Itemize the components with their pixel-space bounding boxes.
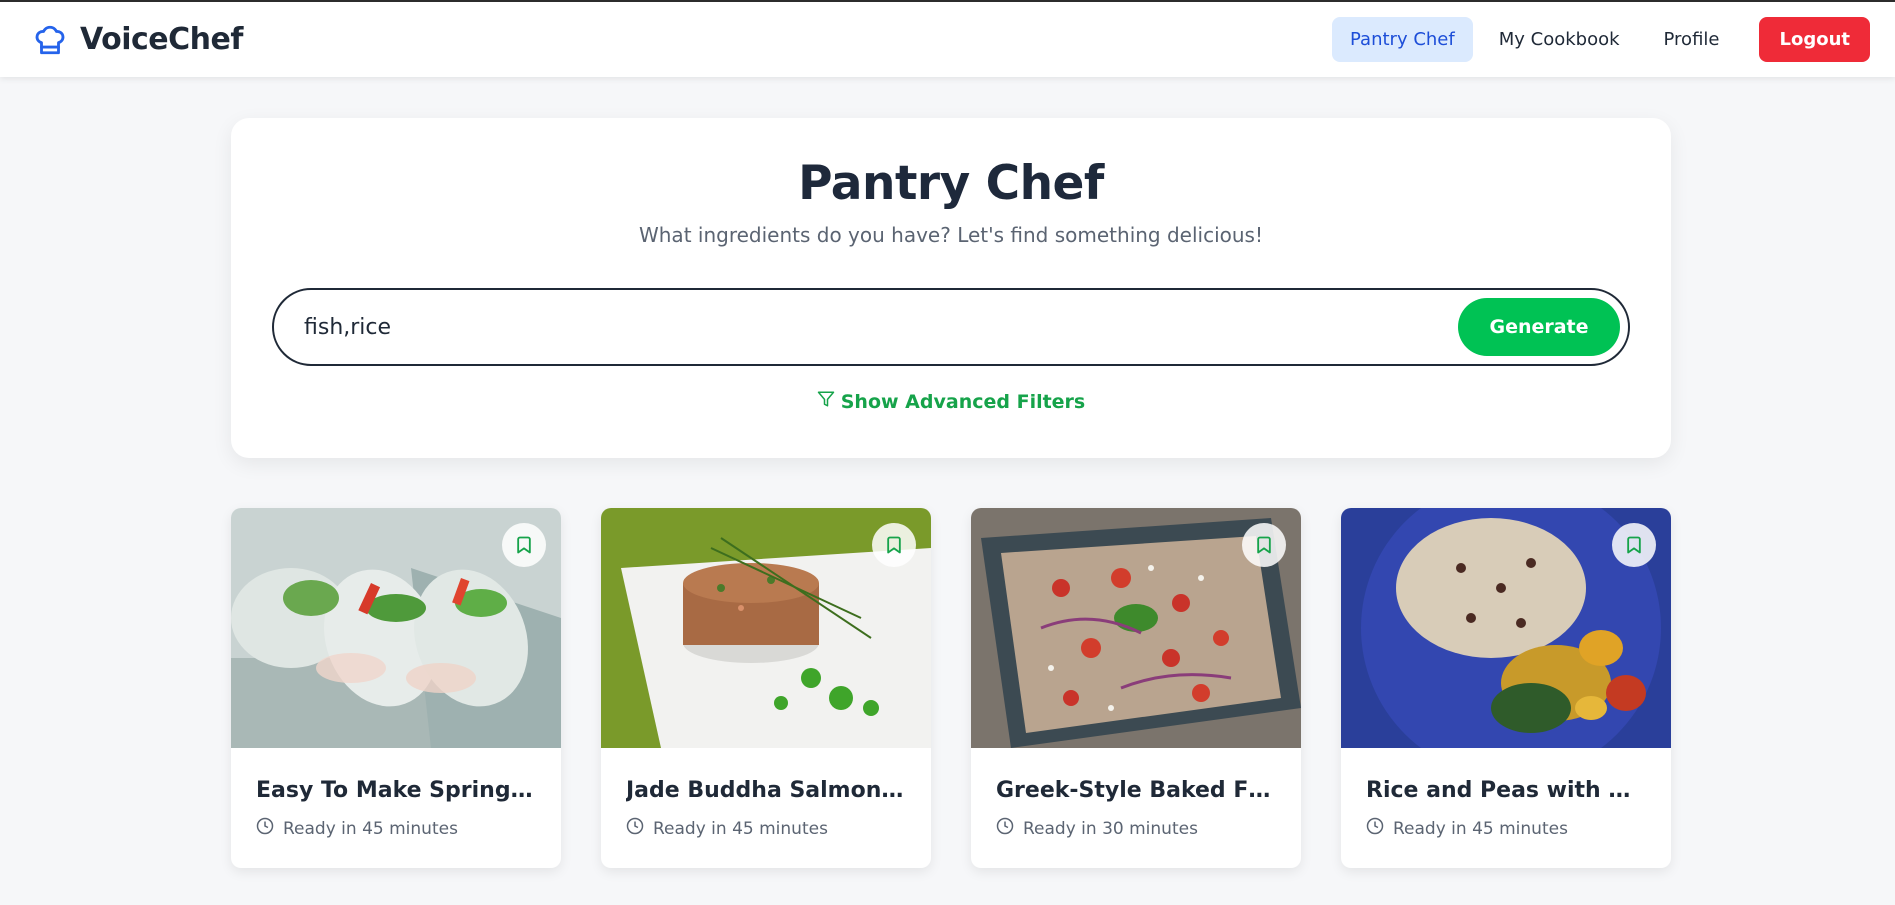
recipe-time: Ready in 45 minutes — [1393, 818, 1568, 839]
ingredient-search-bar: Generate — [272, 288, 1630, 366]
recipe-title[interactable]: Greek-Style Baked Fish: Fresh, Simple, a… — [996, 778, 1276, 803]
recipe-image-rice-peas[interactable] — [1341, 508, 1671, 748]
logout-button[interactable]: Logout — [1759, 17, 1870, 62]
recipe-results: Easy To Make Spring Rolls Ready in 45 mi… — [231, 508, 1671, 868]
generate-button[interactable]: Generate — [1458, 298, 1620, 356]
bookmark-icon[interactable] — [1242, 523, 1286, 567]
recipe-time: Ready in 45 minutes — [283, 818, 458, 839]
page-title: Pantry Chef — [798, 156, 1104, 211]
filter-icon — [817, 390, 835, 413]
page-subtitle: What ingredients do you have? Let's find… — [638, 223, 1263, 247]
clock-icon — [1366, 817, 1384, 840]
recipe-card[interactable]: Greek-Style Baked Fish: Fresh, Simple, a… — [971, 508, 1301, 868]
chef-hat-icon — [32, 22, 68, 58]
nav-item-pantry-chef[interactable]: Pantry Chef — [1332, 17, 1473, 62]
recipe-time: Ready in 30 minutes — [1023, 818, 1198, 839]
nav-item-my-cookbook[interactable]: My Cookbook — [1481, 17, 1638, 62]
bookmark-icon[interactable] — [872, 523, 916, 567]
show-advanced-filters-toggle[interactable]: Show Advanced Filters — [231, 390, 1671, 413]
clock-icon — [256, 817, 274, 840]
recipe-meta: Ready in 45 minutes — [626, 817, 906, 840]
recipe-card[interactable]: Jade Buddha Salmon Tartare Ready in 45 m… — [601, 508, 931, 868]
clock-icon — [996, 817, 1014, 840]
recipe-meta: Ready in 45 minutes — [1366, 817, 1646, 840]
navbar: VoiceChef Pantry Chef My Cookbook Profil… — [0, 2, 1895, 77]
recipe-meta: Ready in 45 minutes — [256, 817, 536, 840]
nav-links: Pantry Chef My Cookbook Profile Logout — [1332, 17, 1870, 62]
brand-name: VoiceChef — [80, 22, 243, 57]
recipe-title[interactable]: Rice and Peas with Coconut Curry Mackere… — [1366, 778, 1646, 803]
recipe-image-baked-fish[interactable] — [971, 508, 1301, 748]
bookmark-icon[interactable] — [502, 523, 546, 567]
recipe-image-salmon-tartare[interactable] — [601, 508, 931, 748]
brand[interactable]: VoiceChef — [32, 22, 243, 58]
nav-item-profile[interactable]: Profile — [1646, 17, 1738, 62]
recipe-meta: Ready in 30 minutes — [996, 817, 1276, 840]
recipe-time: Ready in 45 minutes — [653, 818, 828, 839]
recipe-title[interactable]: Jade Buddha Salmon Tartare — [626, 778, 906, 803]
recipe-image-spring-rolls[interactable] — [231, 508, 561, 748]
recipe-card[interactable]: Rice and Peas with Coconut Curry Mackere… — [1341, 508, 1671, 868]
pantry-search-panel: Pantry Chef What ingredients do you have… — [231, 118, 1671, 458]
recipe-card[interactable]: Easy To Make Spring Rolls Ready in 45 mi… — [231, 508, 561, 868]
clock-icon — [626, 817, 644, 840]
filters-label: Show Advanced Filters — [840, 390, 1086, 413]
ingredient-input[interactable] — [304, 314, 1404, 340]
bookmark-icon[interactable] — [1612, 523, 1656, 567]
recipe-title[interactable]: Easy To Make Spring Rolls — [256, 778, 536, 803]
